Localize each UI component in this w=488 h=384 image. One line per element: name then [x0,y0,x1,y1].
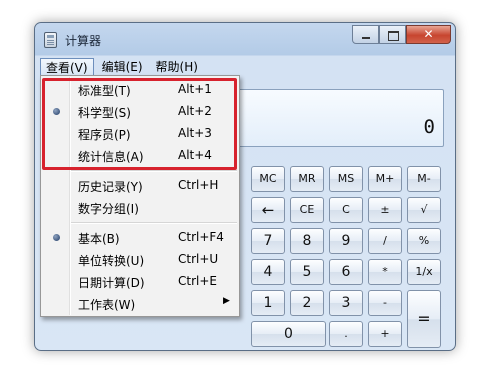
menu-separator [71,170,237,172]
decimal-button[interactable]: . [329,321,363,347]
multiply-button[interactable]: * [368,259,402,285]
menu-edit[interactable]: 编辑(E) [97,58,148,76]
percent-button[interactable]: % [407,228,441,254]
menu-item-history[interactable]: 历史记录(Y) Ctrl+H [41,175,239,197]
title-bar[interactable]: 计算器 ✕ [35,23,455,55]
calculator-icon [44,32,57,48]
menu-item-worksheets[interactable]: 工作表(W) ▶ [41,293,239,315]
display-value: 0 [423,116,435,138]
digit-8-button[interactable]: 8 [290,228,324,254]
close-button[interactable]: ✕ [406,25,451,44]
digit-4-button[interactable]: 4 [251,259,285,285]
maximize-button[interactable] [379,25,406,44]
sqrt-button[interactable]: √ [407,197,441,223]
plus-minus-button[interactable]: ± [368,197,402,223]
digit-5-button[interactable]: 5 [290,259,324,285]
mc-button[interactable]: MC [251,166,285,192]
radio-bullet-icon [53,234,60,241]
menu-view[interactable]: 查看(V) [40,58,94,76]
menu-item-digit-grouping[interactable]: 数字分组(I) [41,197,239,219]
digit-1-button[interactable]: 1 [251,290,285,316]
menu-item-basic[interactable]: 基本(B) Ctrl+F4 [41,227,239,249]
minimize-button[interactable] [352,25,379,44]
clear-button[interactable]: C [329,197,363,223]
minus-button[interactable]: - [368,290,402,316]
digit-6-button[interactable]: 6 [329,259,363,285]
highlight-annotation-box [42,78,237,170]
menu-separator [71,222,237,224]
ms-button[interactable]: MS [329,166,363,192]
menu-help[interactable]: 帮助(H) [151,58,203,76]
menu-bar: 查看(V) 编辑(E) 帮助(H) [40,58,206,76]
m-plus-button[interactable]: M+ [368,166,402,192]
digit-3-button[interactable]: 3 [329,290,363,316]
window-title: 计算器 [65,34,102,48]
window-controls: ✕ [352,25,451,44]
mr-button[interactable]: MR [290,166,324,192]
submenu-arrow-icon: ▶ [223,296,230,306]
digit-0-button[interactable]: 0 [251,321,326,347]
m-minus-button[interactable]: M- [407,166,441,192]
close-icon: ✕ [423,27,434,41]
digit-9-button[interactable]: 9 [329,228,363,254]
menu-item-unit-conversion[interactable]: 单位转换(U) Ctrl+U [41,249,239,271]
menu-item-date-calculation[interactable]: 日期计算(D) Ctrl+E [41,271,239,293]
equals-button[interactable]: = [407,290,441,348]
backspace-button[interactable]: ← [251,197,285,223]
digit-7-button[interactable]: 7 [251,228,285,254]
digit-2-button[interactable]: 2 [290,290,324,316]
plus-button[interactable]: + [368,321,402,347]
ce-button[interactable]: CE [290,197,324,223]
divide-button[interactable]: / [368,228,402,254]
reciprocal-button[interactable]: 1/x [407,259,441,285]
